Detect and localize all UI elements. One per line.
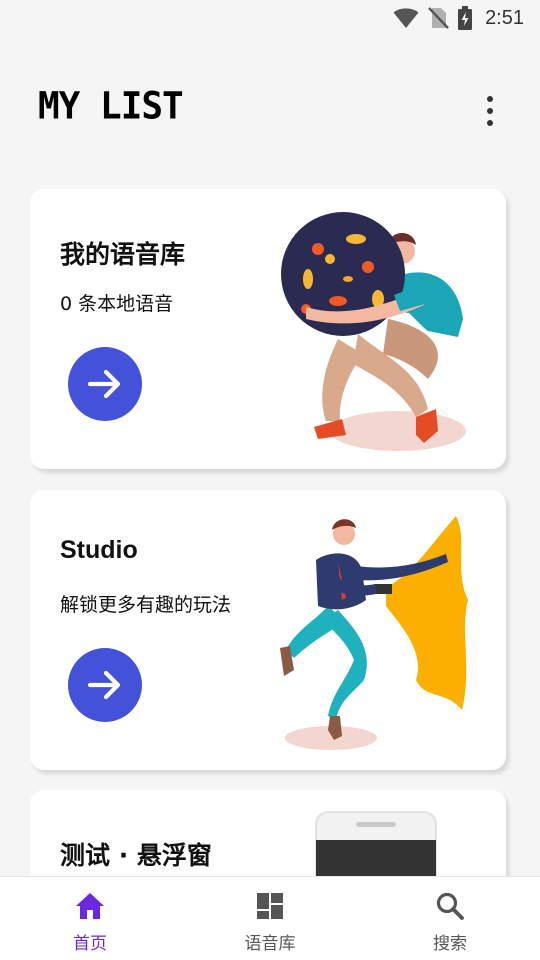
card-subtitle: 0 条本地语音 xyxy=(60,293,174,315)
voice-library-card[interactable]: 我的语音库 0 条本地语音 xyxy=(30,189,506,469)
nav-label: 搜索 xyxy=(433,934,467,954)
nav-label: 首页 xyxy=(73,934,107,954)
card-title: 测试 · 悬浮窗 xyxy=(60,841,212,870)
card-title: Studio xyxy=(60,536,138,564)
status-time: 2:51 xyxy=(485,6,524,29)
dashboard-icon xyxy=(257,893,283,919)
nav-item-voice-library[interactable]: 语音库 xyxy=(210,877,330,960)
home-icon xyxy=(76,893,104,919)
card-title: 我的语音库 xyxy=(60,240,186,269)
bottom-navigation: 首页 语音库 搜索 xyxy=(0,876,540,960)
studio-card[interactable]: Studio 解锁更多有趣的玩法 xyxy=(30,490,506,770)
no-sim-icon xyxy=(428,7,449,29)
more-vert-icon[interactable] xyxy=(476,96,504,126)
person-carrying-ball-illustration xyxy=(281,212,466,451)
open-voice-library-button[interactable] xyxy=(68,347,142,421)
battery-charging-icon xyxy=(458,6,473,30)
person-with-flashlight-illustration xyxy=(280,516,468,750)
nav-label: 语音库 xyxy=(244,934,296,954)
card-subtitle: 解锁更多有趣的玩法 xyxy=(60,594,232,616)
app-title: MY LIST xyxy=(38,84,184,129)
status-bar: 2:51 xyxy=(0,0,540,36)
wifi-icon xyxy=(393,8,419,28)
search-icon xyxy=(436,892,464,920)
nav-item-search[interactable]: 搜索 xyxy=(390,877,510,960)
open-studio-button[interactable] xyxy=(68,648,142,722)
arrow-right-icon xyxy=(87,369,121,399)
arrow-right-icon xyxy=(87,670,121,700)
screen: 2:51 MY LIST 我的语音库 0 条本地语音 Studio 解锁更多有趣… xyxy=(0,0,540,960)
nav-item-home[interactable]: 首页 xyxy=(30,877,150,960)
